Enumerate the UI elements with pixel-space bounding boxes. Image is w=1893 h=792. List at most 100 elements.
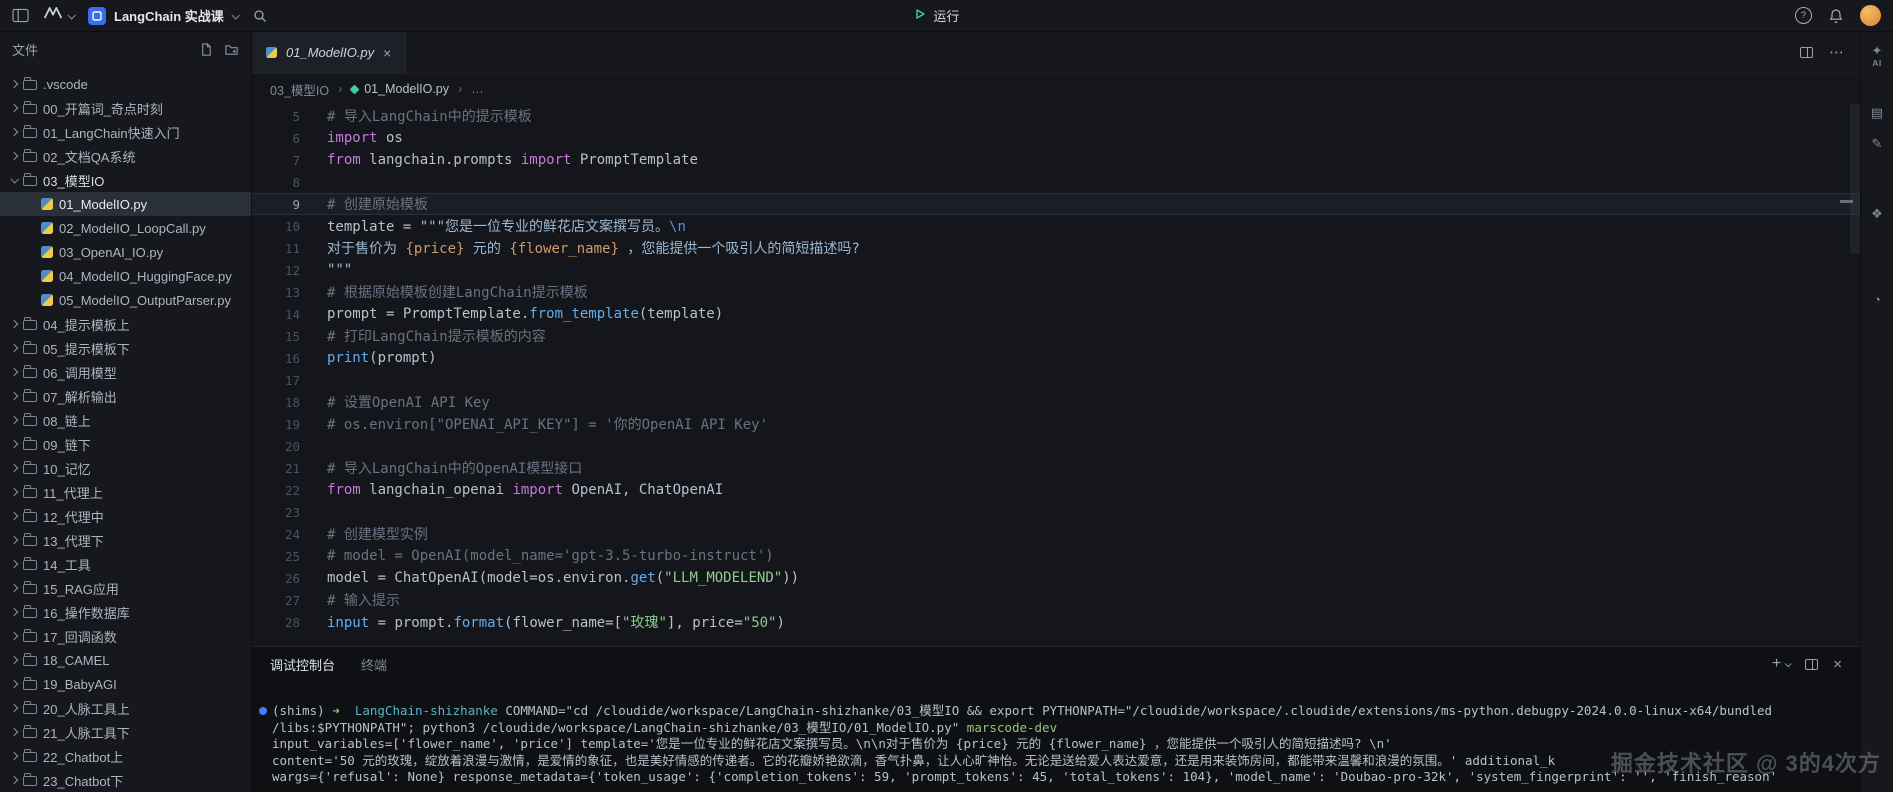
tree-folder-item[interactable]: 04_提示模板上 (0, 312, 251, 336)
tree-folder-item[interactable]: 14_工具 (0, 552, 251, 576)
code-line: 6import os (252, 127, 1860, 149)
toggle-sidebar-icon[interactable] (12, 8, 29, 23)
folder-icon (23, 632, 37, 642)
folder-icon (23, 80, 37, 90)
tree-folder-item[interactable]: 12_代理中 (0, 504, 251, 528)
breadcrumb-item[interactable]: 01_ModelIO.py (351, 82, 449, 96)
extensions-icon[interactable]: ❖ (1871, 207, 1883, 221)
tree-folder-item[interactable]: 08_链上 (0, 408, 251, 432)
code-line: 15# 打印LangChain提示模板的内容 (252, 325, 1860, 347)
line-number: 12 (252, 263, 300, 278)
tab-label: 01_ModelIO.py (286, 45, 374, 60)
editor-scrollbar[interactable] (1850, 104, 1860, 254)
chevron-right-icon (10, 104, 18, 112)
app-logo[interactable] (43, 6, 74, 25)
run-button[interactable]: 运行 (914, 0, 959, 31)
tree-folder-item[interactable]: 15_RAG应用 (0, 576, 251, 600)
folder-icon (23, 776, 37, 786)
tree-item-label: 06_调用模型 (43, 363, 117, 382)
notifications-icon[interactable] (1828, 8, 1844, 24)
folder-icon (23, 536, 37, 546)
pen-icon[interactable]: ✎ (1872, 137, 1883, 151)
breadcrumb-item[interactable]: 03_模型IO (270, 80, 329, 99)
tree-folder-item[interactable]: 21_人脉工具下 (0, 720, 251, 744)
tree-folder-item[interactable]: 20_人脉工具上 (0, 696, 251, 720)
tree-file-item[interactable]: 03_OpenAI_IO.py (0, 240, 251, 264)
split-panel-icon[interactable] (1805, 659, 1818, 670)
run-label: 运行 (933, 6, 959, 25)
new-folder-icon[interactable] (224, 42, 239, 57)
right-activity-bar: ✦AI ▤ ✎ ❖ ◔ (1860, 32, 1893, 792)
play-icon (914, 8, 926, 23)
tree-file-item[interactable]: 01_ModelIO.py (0, 192, 251, 216)
search-icon[interactable] (252, 8, 268, 24)
tab-close-icon[interactable]: × (383, 45, 391, 61)
line-number: 13 (252, 285, 300, 300)
console-line: content='50 元的玫瑰，绽放着浪漫与激情，是爱情的象征，也是美好情感的… (272, 753, 1860, 770)
tree-folder-item[interactable]: 05_提示模板下 (0, 336, 251, 360)
tree-folder-item[interactable]: 23_Chatbot下 (0, 768, 251, 792)
debug-console-output[interactable]: (shims) ➜ LangChain-shizhanke COMMAND="c… (252, 681, 1860, 792)
code-line: 16print(prompt) (252, 347, 1860, 369)
folder-icon (23, 104, 37, 114)
chevron-right-icon (10, 560, 18, 568)
tree-folder-item[interactable]: 13_代理下 (0, 528, 251, 552)
avatar[interactable] (1860, 5, 1881, 26)
new-file-icon[interactable] (199, 42, 214, 57)
tree-item-label: 19_BabyAGI (43, 677, 117, 692)
tree-folder-item[interactable]: 17_回调函数 (0, 624, 251, 648)
tree-item-label: 10_记忆 (43, 459, 91, 478)
help-icon[interactable]: ? (1795, 7, 1812, 24)
history-icon[interactable]: ◔ (1873, 293, 1881, 307)
tree-folder-item[interactable]: 03_模型IO (0, 168, 251, 192)
chevron-right-icon (10, 320, 18, 328)
split-editor-icon[interactable] (1800, 47, 1813, 58)
tree-folder-item[interactable]: 22_Chatbot上 (0, 744, 251, 768)
tree-folder-item[interactable]: 16_操作数据库 (0, 600, 251, 624)
tree-folder-item[interactable]: 00_开篇词_奇点时刻 (0, 96, 251, 120)
tree-folder-item[interactable]: 02_文档QA系统 (0, 144, 251, 168)
code-line: 14prompt = PromptTemplate.from_template(… (252, 303, 1860, 325)
tree-file-item[interactable]: 05_ModelIO_OutputParser.py (0, 288, 251, 312)
docs-icon[interactable]: ▤ (1871, 106, 1883, 120)
code-line: 18# 设置OpenAI API Key (252, 391, 1860, 413)
line-number: 14 (252, 307, 300, 322)
tree-folder-item[interactable]: 06_调用模型 (0, 360, 251, 384)
tree-item-label: 05_ModelIO_OutputParser.py (59, 293, 231, 308)
chevron-down-icon (231, 11, 239, 19)
breadcrumb-more[interactable]: … (471, 82, 484, 96)
workspace-switcher[interactable]: LangChain 实战课 (88, 6, 238, 25)
tree-folder-item[interactable]: 19_BabyAGI (0, 672, 251, 696)
folder-icon (23, 656, 37, 666)
tree-folder-item[interactable]: 01_LangChain快速入门 (0, 120, 251, 144)
file-explorer: 文件 .vscode00_开篇词_奇点时刻01_LangChain快速入门02_… (0, 32, 252, 792)
panel-tab[interactable]: 调试控制台 (270, 655, 335, 674)
tree-folder-item[interactable]: 09_链下 (0, 432, 251, 456)
editor-tab[interactable]: 01_ModelIO.py × (252, 32, 406, 73)
tree-folder-item[interactable]: .vscode (0, 72, 251, 96)
tree-folder-item[interactable]: 10_记忆 (0, 456, 251, 480)
tree-folder-item[interactable]: 18_CAMEL (0, 648, 251, 672)
folder-icon (23, 608, 37, 618)
close-panel-icon[interactable]: × (1833, 657, 1842, 672)
tree-item-label: 08_链上 (43, 411, 91, 430)
tree-folder-item[interactable]: 07_解析输出 (0, 384, 251, 408)
chevron-right-icon (10, 80, 18, 88)
ai-assistant-icon[interactable]: ✦AI (1872, 44, 1883, 68)
tree-item-label: 04_ModelIO_HuggingFace.py (59, 269, 232, 284)
code-editor[interactable]: 5# 导入LangChain中的提示模板6import os7from lang… (252, 104, 1860, 646)
console-line: input_variables=['flower_name', 'price']… (272, 736, 1860, 753)
tree-file-item[interactable]: 02_ModelIO_LoopCall.py (0, 216, 251, 240)
tree-item-label: 16_操作数据库 (43, 603, 130, 622)
chevron-right-icon (10, 368, 18, 376)
ide-window: LangChain 实战课 运行 ? (0, 0, 1893, 792)
new-terminal-button[interactable]: + (1772, 656, 1790, 672)
logo-icon (43, 6, 63, 25)
tree-file-item[interactable]: 04_ModelIO_HuggingFace.py (0, 264, 251, 288)
line-number: 28 (252, 615, 300, 630)
tree-item-label: 02_ModelIO_LoopCall.py (59, 221, 206, 236)
panel-tab[interactable]: 终端 (361, 655, 387, 674)
tree-folder-item[interactable]: 11_代理上 (0, 480, 251, 504)
more-actions-icon[interactable]: ⋯ (1829, 45, 1844, 60)
code-line: 8 (252, 171, 1860, 193)
